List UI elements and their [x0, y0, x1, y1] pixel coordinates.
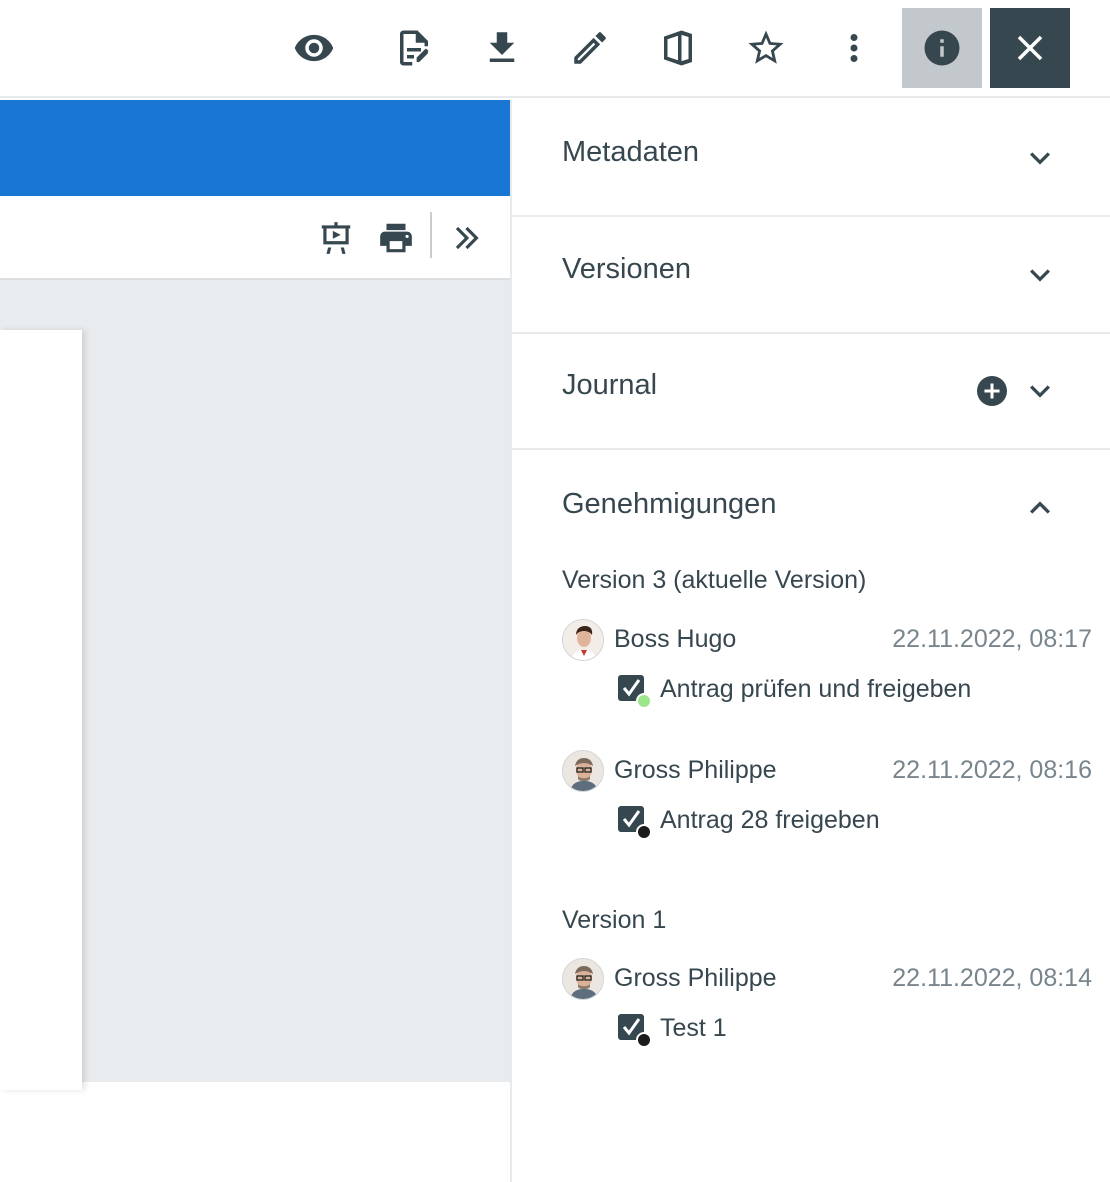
section-journal[interactable]: Journal	[512, 333, 1110, 450]
download-icon[interactable]	[462, 8, 542, 88]
user-name: Gross Philippe	[614, 756, 777, 784]
chevron-down-icon[interactable]	[1020, 371, 1060, 411]
info-panel: Metadaten Versionen Journal Genehmigunge…	[510, 100, 1110, 1182]
eye-icon[interactable]	[274, 8, 354, 88]
chevron-down-icon[interactable]	[1020, 255, 1060, 295]
avatar	[562, 958, 604, 1000]
info-icon[interactable]	[902, 8, 982, 88]
section-versionen[interactable]: Versionen	[512, 217, 1110, 334]
timestamp: 22.11.2022, 08:14	[892, 964, 1092, 992]
approval-entry: Gross Philippe 22.11.2022, 08:16 Antrag …	[562, 750, 1092, 860]
section-title-genehmigungen: Genehmigungen	[562, 488, 777, 520]
viewer-canvas	[0, 280, 510, 1090]
viewer-header-bar	[0, 100, 510, 196]
chevron-down-icon[interactable]	[1020, 138, 1060, 178]
section-title: Journal	[562, 369, 658, 401]
version-label: Version 3 (aktuelle Version)	[562, 566, 867, 594]
edit-document-icon[interactable]	[374, 8, 454, 88]
add-circle-icon[interactable]	[974, 373, 1010, 409]
star-icon[interactable]	[726, 8, 806, 88]
section-metadaten[interactable]: Metadaten	[512, 100, 1110, 217]
section-title: Versionen	[562, 253, 691, 285]
avatar	[562, 750, 604, 792]
close-icon[interactable]	[990, 8, 1070, 88]
task-check-icon	[616, 673, 652, 709]
user-name: Boss Hugo	[614, 625, 737, 653]
pencil-icon[interactable]	[550, 8, 630, 88]
version-label: Version 1	[562, 906, 667, 934]
approval-entry: Gross Philippe 22.11.2022, 08:14 Test 1	[562, 958, 1092, 1068]
more-vert-icon[interactable]	[814, 8, 894, 88]
document-page	[0, 330, 82, 1090]
print-icon[interactable]	[372, 214, 420, 262]
chevron-up-icon[interactable]	[1020, 488, 1060, 528]
top-toolbar	[0, 0, 1110, 98]
avatar	[562, 619, 604, 661]
timestamp: 22.11.2022, 08:17	[892, 625, 1092, 653]
user-name: Gross Philippe	[614, 964, 777, 992]
task-check-icon	[616, 804, 652, 840]
toolbar-divider	[430, 212, 432, 258]
section-title: Metadaten	[562, 136, 700, 168]
viewer-toolbar	[0, 196, 510, 280]
office-icon[interactable]	[638, 8, 718, 88]
approval-entry: Boss Hugo 22.11.2022, 08:17 Antrag prüfe…	[562, 619, 1092, 729]
double-chevron-right-icon[interactable]	[442, 214, 490, 262]
task-check-icon	[616, 1012, 652, 1048]
task-name[interactable]: Test 1	[660, 1014, 727, 1043]
task-name[interactable]: Antrag prüfen und freigeben	[660, 675, 971, 704]
task-name[interactable]: Antrag 28 freigeben	[660, 806, 880, 835]
timestamp: 22.11.2022, 08:16	[892, 756, 1092, 784]
presentation-icon[interactable]	[312, 214, 360, 262]
